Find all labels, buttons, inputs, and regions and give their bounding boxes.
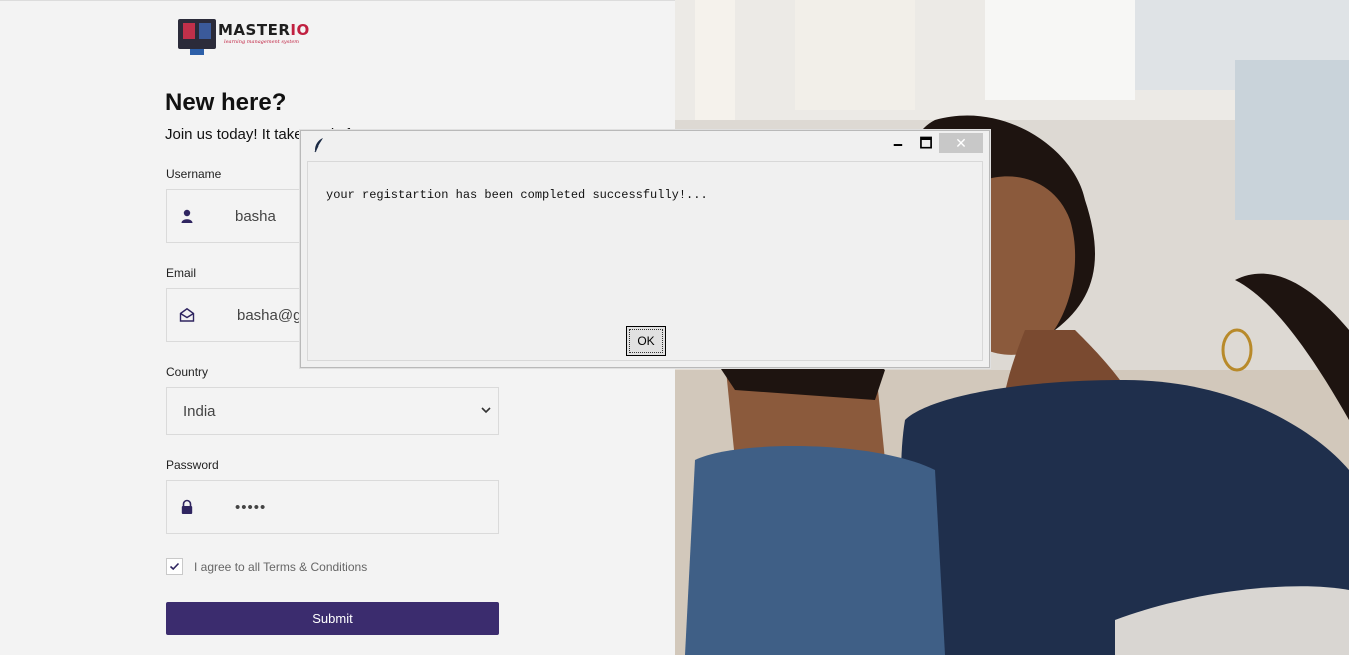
lock-icon xyxy=(181,499,193,514)
minimize-button[interactable]: 🗕 xyxy=(883,133,913,153)
checkmark-icon xyxy=(169,562,180,571)
user-icon xyxy=(181,209,193,223)
ok-button[interactable]: OK xyxy=(626,326,666,356)
masterio-logo: MASTERIO learning management system xyxy=(178,19,310,59)
password-field[interactable]: ••••• xyxy=(166,480,499,534)
page-title: New here? xyxy=(165,89,287,116)
password-label: Password xyxy=(166,458,219,472)
country-select[interactable]: India xyxy=(166,387,499,435)
terms-label: I agree to all Terms & Conditions xyxy=(194,560,368,574)
logo-tagline: learning management system xyxy=(224,39,300,45)
dialog-message: your registartion has been completed suc… xyxy=(326,188,708,202)
dialog-body: your registartion has been completed suc… xyxy=(307,161,983,361)
country-selected-value: India xyxy=(183,403,216,420)
success-dialog: 🗕 🗖 ✕ your registartion has been complet… xyxy=(300,130,990,368)
username-label: Username xyxy=(166,167,222,181)
chevron-down-icon xyxy=(481,407,491,414)
feather-icon xyxy=(314,138,323,153)
submit-button[interactable]: Submit xyxy=(166,602,499,635)
password-value: ••••• xyxy=(235,499,267,516)
username-value: basha xyxy=(235,208,276,225)
terms-checkbox[interactable] xyxy=(166,558,183,575)
maximize-button[interactable]: 🗖 xyxy=(911,133,941,153)
email-label: Email xyxy=(166,266,197,280)
logo-stand xyxy=(190,49,204,55)
logo-brand: MASTERIO xyxy=(218,21,310,39)
country-label: Country xyxy=(166,365,209,379)
dialog-titlebar[interactable]: 🗕 🗖 ✕ xyxy=(301,131,989,161)
close-button[interactable]: ✕ xyxy=(939,133,983,153)
book-monitor-icon xyxy=(178,19,216,49)
envelope-open-icon xyxy=(179,307,195,322)
